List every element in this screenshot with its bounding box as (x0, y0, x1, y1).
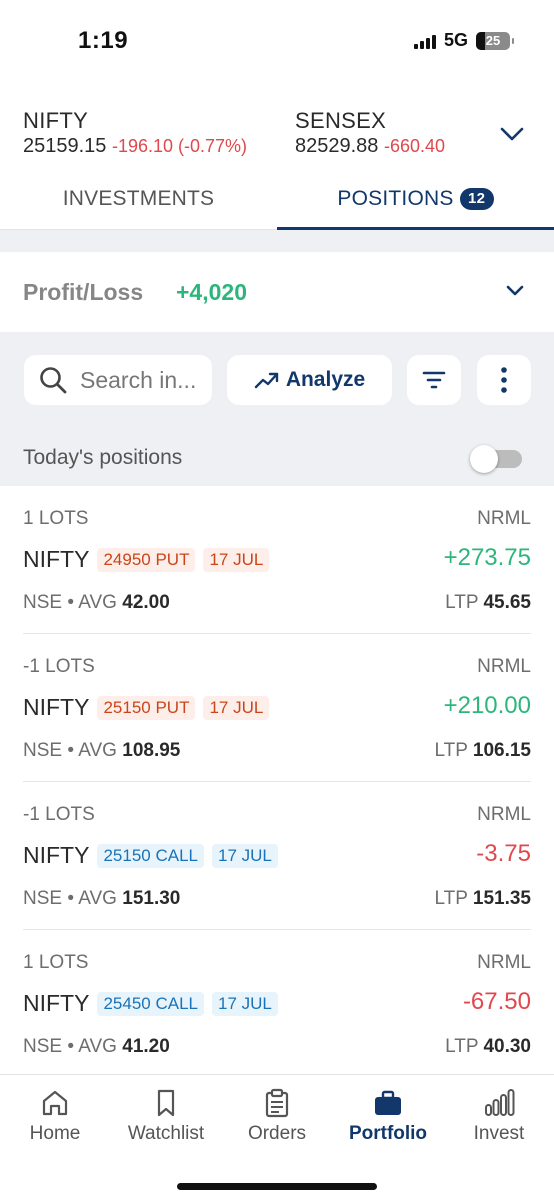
position-avg: NSE • AVG 151.30 (23, 888, 181, 909)
expiry-tag: 17 JUL (203, 547, 270, 572)
chevron-down-icon[interactable] (504, 282, 526, 300)
tab-label: POSITIONS (337, 186, 454, 210)
position-symbol: NIFTY (23, 694, 90, 720)
positions-list: 1 LOTS NRML NIFTY 24950 PUT 17 JUL +273.… (0, 486, 554, 1074)
position-ltp: LTP 40.30 (445, 1036, 531, 1057)
profit-loss-summary[interactable]: Profit/Loss +4,020 (0, 252, 554, 332)
more-options-button[interactable] (477, 355, 531, 405)
strike-tag: 25450 CALL (97, 991, 204, 1016)
tab-investments[interactable]: INVESTMENTS (0, 170, 277, 228)
search-icon (40, 367, 67, 394)
bookmark-icon (157, 1089, 175, 1117)
chevron-down-icon[interactable] (499, 124, 525, 144)
position-ltp: LTP 151.35 (434, 888, 532, 909)
index-change: -196.10 (-0.77%) (111, 136, 248, 156)
position-avg: NSE • AVG 41.20 (23, 1036, 170, 1057)
position-product: NRML (477, 952, 531, 973)
position-row[interactable]: 1 LOTS NRML NIFTY 24950 PUT 17 JUL +273.… (23, 486, 531, 634)
filter-button[interactable] (407, 355, 461, 405)
position-pnl: -67.50 (462, 988, 531, 1015)
expiry-tag: 17 JUL (211, 843, 278, 868)
trending-up-icon (254, 372, 279, 389)
index-price: 25159.15 (23, 135, 107, 157)
search-input[interactable]: Search in... (24, 355, 212, 405)
todays-positions-label: Today's positions (23, 446, 183, 469)
strike-tag: 25150 CALL (97, 843, 204, 868)
more-vertical-icon (501, 367, 507, 393)
position-instrument: NIFTY 25150 PUT 17 JUL (23, 694, 270, 721)
briefcase-icon (375, 1090, 401, 1115)
position-product: NRML (477, 804, 531, 825)
status-time: 1:19 (78, 27, 129, 54)
tab-label: INVESTMENTS (62, 187, 215, 210)
expiry-tag: 17 JUL (211, 991, 278, 1016)
position-instrument: NIFTY 24950 PUT 17 JUL (23, 546, 270, 573)
todays-positions-toggle[interactable] (470, 445, 522, 473)
index-name: NIFTY (23, 108, 89, 133)
analyze-label: Analyze (285, 368, 366, 391)
positions-toolbar: Search in... Analyze Today's positions (0, 332, 554, 486)
index-ticker[interactable]: NIFTY 25159.15 -196.10 (-0.77%) SENSEX 8… (23, 108, 533, 160)
battery-icon: 25 (476, 31, 514, 50)
nav-watchlist[interactable]: Watchlist (111, 1087, 221, 1145)
index-nifty: NIFTY 25159.15 -196.10 (-0.77%) (23, 108, 247, 158)
portfolio-tabs: INVESTMENTS POSITIONS 12 (0, 170, 554, 230)
nav-label: Watchlist (127, 1123, 205, 1144)
search-placeholder: Search in... (80, 366, 197, 393)
position-symbol: NIFTY (23, 990, 90, 1016)
positions-count-badge: 12 (459, 187, 494, 210)
bottom-navigation: Home Watchlist Orders Portfolio Invest (0, 1074, 554, 1200)
position-ltp: LTP 45.65 (445, 592, 531, 613)
clipboard-icon (265, 1088, 289, 1118)
profit-loss-value: +4,020 (176, 279, 247, 305)
filter-icon (422, 371, 446, 389)
position-symbol: NIFTY (23, 842, 90, 868)
nav-label: Portfolio (348, 1123, 428, 1144)
profit-loss-label: Profit/Loss (23, 279, 144, 305)
home-icon (42, 1090, 68, 1116)
nav-label: Invest (473, 1123, 525, 1144)
network-type: 5G (443, 30, 468, 50)
bar-chart-icon (485, 1089, 515, 1116)
position-instrument: NIFTY 25450 CALL 17 JUL (23, 990, 278, 1017)
position-pnl: +273.75 (443, 544, 531, 571)
position-pnl: +210.00 (443, 692, 531, 719)
section-divider (0, 230, 554, 252)
position-lots: -1 LOTS (23, 804, 95, 825)
tab-positions[interactable]: POSITIONS 12 (277, 170, 554, 230)
nav-portfolio[interactable]: Portfolio (333, 1087, 443, 1145)
position-avg: NSE • AVG 42.00 (23, 592, 170, 613)
strike-tag: 25150 PUT (97, 695, 196, 720)
index-price: 82529.88 (295, 135, 379, 157)
position-row[interactable]: 1 LOTS NRML NIFTY 25450 CALL 17 JUL -67.… (23, 930, 531, 1074)
index-name: SENSEX (295, 108, 387, 133)
index-sensex: SENSEX 82529.88 -660.40 (295, 108, 471, 158)
position-product: NRML (477, 656, 531, 677)
analyze-button[interactable]: Analyze (227, 355, 392, 405)
battery-level: 25 (485, 33, 501, 48)
status-indicators: 5G 25 (413, 30, 514, 51)
position-instrument: NIFTY 25150 CALL 17 JUL (23, 842, 278, 869)
position-lots: -1 LOTS (23, 656, 95, 677)
status-bar: 1:19 5G 25 (0, 0, 554, 84)
signal-icon (413, 33, 436, 49)
position-lots: 1 LOTS (23, 508, 89, 529)
position-row[interactable]: -1 LOTS NRML NIFTY 25150 PUT 17 JUL +210… (23, 634, 531, 782)
position-symbol: NIFTY (23, 546, 90, 572)
nav-invest[interactable]: Invest (444, 1087, 554, 1145)
nav-home[interactable]: Home (0, 1087, 110, 1145)
position-product: NRML (477, 508, 531, 529)
home-indicator (177, 1183, 377, 1190)
strike-tag: 24950 PUT (97, 547, 196, 572)
position-ltp: LTP 106.15 (434, 740, 532, 761)
position-pnl: -3.75 (476, 840, 531, 867)
position-avg: NSE • AVG 108.95 (23, 740, 181, 761)
expiry-tag: 17 JUL (203, 695, 270, 720)
index-change: -660.40 (383, 136, 446, 156)
position-lots: 1 LOTS (23, 952, 89, 973)
nav-label: Orders (247, 1123, 307, 1144)
nav-label: Home (29, 1123, 81, 1144)
nav-orders[interactable]: Orders (222, 1087, 332, 1145)
position-row[interactable]: -1 LOTS NRML NIFTY 25150 CALL 17 JUL -3.… (23, 782, 531, 930)
